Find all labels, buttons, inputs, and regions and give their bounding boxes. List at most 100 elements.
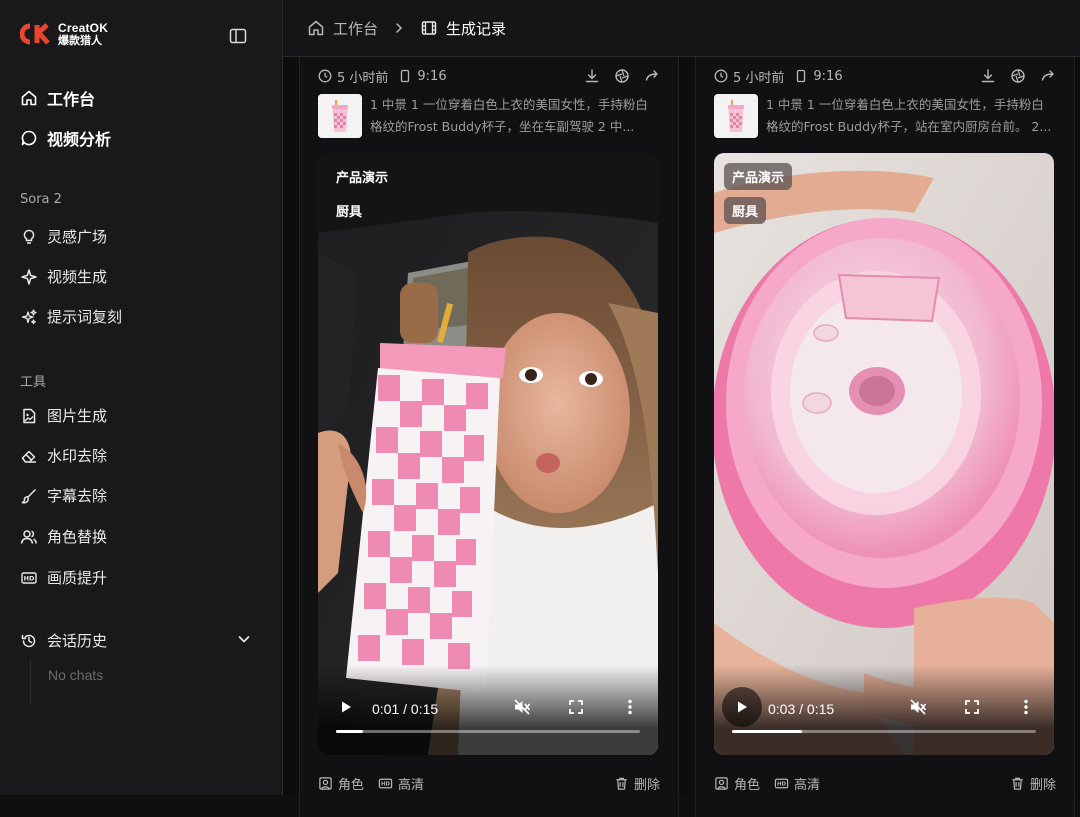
sidebar-item-video-generate[interactable]: 视频生成 <box>20 266 107 287</box>
svg-text:HD: HD <box>24 574 35 582</box>
video-tag: 厨具 <box>724 197 767 224</box>
player-controls: 0:03 / 0:15 <box>714 665 1054 755</box>
sidebar-item-subtitle-remove[interactable]: 字幕去除 <box>20 485 107 506</box>
player-time: 0:03 / 0:15 <box>768 701 835 717</box>
aperture-icon[interactable] <box>614 68 630 84</box>
logo-mark-icon <box>19 23 52 45</box>
more-vertical-icon[interactable] <box>1016 697 1036 717</box>
sidebar-item-prompt-replicate[interactable]: 提示词复刻 <box>20 306 122 327</box>
download-icon[interactable] <box>584 68 600 84</box>
fullscreen-icon[interactable] <box>962 697 982 717</box>
delete-label: 删除 <box>1029 778 1056 793</box>
sidebar: CreatOK 爆款猎人 工作台 视频分析 Sora 2 灵感广场 视频生成 提… <box>0 0 283 795</box>
sidebar-item-label: 画质提升 <box>47 569 108 587</box>
prompt-text: 1 中景 1 一位穿着白色上衣的美国女性，手持粉白格纹的Frost Buddy杯… <box>766 97 1052 134</box>
hd-label: 高清 <box>398 778 425 793</box>
trash-icon <box>616 777 627 790</box>
chevron-right-icon <box>396 23 403 33</box>
sidebar-item-inspiration[interactable]: 灵感广场 <box>20 226 107 247</box>
sidebar-item-label: 灵感广场 <box>47 228 108 246</box>
mute-icon[interactable] <box>908 697 928 717</box>
sidebar-item-label: 水印去除 <box>47 447 108 465</box>
sidebar-item-label: 视频生成 <box>47 268 108 286</box>
sidebar-item-label: 角色替换 <box>47 528 108 546</box>
video-player[interactable]: 产品演示 厨具 0:01 / 0:15 <box>318 153 658 755</box>
history-icon <box>21 634 36 647</box>
card-footer: 角色 HD 高清 删除 <box>714 774 1056 793</box>
lightbulb-icon <box>23 229 35 244</box>
play-icon <box>738 701 747 713</box>
brand-logo[interactable]: CreatOK 爆款猎人 <box>19 21 109 47</box>
delete-button[interactable]: 删除 <box>1010 774 1056 793</box>
phone-icon <box>797 69 806 83</box>
share-icon[interactable] <box>1040 68 1056 84</box>
hd-button[interactable]: HD 高清 <box>378 774 424 793</box>
sidebar-item-label: 工作台 <box>47 90 96 109</box>
section-label-tools: 工具 <box>20 375 47 390</box>
delete-button[interactable]: 删除 <box>614 774 660 793</box>
clock-icon <box>714 69 728 83</box>
section-label-sora: Sora 2 <box>20 192 62 207</box>
player-progress[interactable] <box>336 730 640 733</box>
history-empty-text: No chats <box>48 667 104 683</box>
player-progress-fill <box>336 730 364 733</box>
delete-label: 删除 <box>633 778 660 793</box>
play-button[interactable] <box>326 687 366 727</box>
prompt-text: 1 中景 1 一位穿着白色上衣的美国女性，手持粉白格纹的Frost Buddy杯… <box>370 97 648 134</box>
phone-icon <box>401 69 410 83</box>
history-divider <box>30 660 31 704</box>
player-time: 0:01 / 0:15 <box>372 701 439 717</box>
hd-label: 高清 <box>794 778 821 793</box>
role-button[interactable]: 角色 <box>714 774 760 793</box>
portrait-icon <box>715 777 728 790</box>
hd-icon: HD <box>21 571 37 584</box>
prompt-row: 1 中景 1 一位穿着白色上衣的美国女性，手持粉白格纹的Frost Buddy杯… <box>318 94 660 138</box>
clock-icon <box>318 69 332 83</box>
download-icon[interactable] <box>980 68 996 84</box>
aperture-icon[interactable] <box>1010 68 1026 84</box>
sparkle-icon <box>21 268 37 285</box>
video-tag: 厨具 <box>336 205 363 220</box>
role-label: 角色 <box>338 778 365 793</box>
aspect-ratio: 9:16 <box>417 68 447 84</box>
chevron-down-icon[interactable] <box>236 631 252 647</box>
role-button[interactable]: 角色 <box>318 774 364 793</box>
card-footer: 角色 HD 高清 删除 <box>318 774 660 793</box>
sidebar-item-role-replace[interactable]: 角色替换 <box>20 526 107 547</box>
breadcrumb-home[interactable]: 工作台 <box>333 18 378 39</box>
users-icon <box>20 529 38 544</box>
card-meta: 5 小时前 9:16 <box>714 68 1056 86</box>
product-thumbnail[interactable] <box>714 94 758 138</box>
sidebar-item-watermark-remove[interactable]: 水印去除 <box>20 445 107 466</box>
player-controls: 0:01 / 0:15 <box>318 665 658 755</box>
fullscreen-icon[interactable] <box>566 697 586 717</box>
more-vertical-icon[interactable] <box>620 697 640 717</box>
generation-card: 5 小时前 9:16 1 中景 1 一位穿着白色上衣的美国女性，手持粉白格纹的F… <box>695 57 1075 817</box>
top-bar: 工作台 生成记录 <box>283 0 1080 57</box>
video-tag: 产品演示 <box>336 171 389 186</box>
sidebar-item-workbench[interactable]: 工作台 <box>20 86 95 110</box>
sidebar-item-quality-upscale[interactable]: HD 画质提升 <box>20 567 107 588</box>
svg-text:HD: HD <box>777 782 787 788</box>
product-thumbnail[interactable] <box>318 94 362 138</box>
hd-button[interactable]: HD 高清 <box>774 774 820 793</box>
sidebar-item-history[interactable]: 会话历史 <box>20 630 107 651</box>
sidebar-item-image-generate[interactable]: 图片生成 <box>20 405 107 426</box>
sidebar-item-video-analysis[interactable]: 视频分析 <box>20 126 111 150</box>
share-icon[interactable] <box>644 68 660 84</box>
brand-subtitle: 爆款猎人 <box>58 34 102 47</box>
breadcrumb: 工作台 生成记录 <box>307 18 506 39</box>
chat-bubble-icon <box>21 130 37 146</box>
time-ago: 5 小时前 <box>733 70 785 86</box>
aspect-ratio: 9:16 <box>813 68 843 84</box>
brand-name: CreatOK <box>58 21 109 35</box>
player-progress[interactable] <box>732 730 1036 733</box>
play-button[interactable] <box>722 687 762 727</box>
mute-icon[interactable] <box>512 697 532 717</box>
generation-card: 5 小时前 9:16 1 中景 1 一位穿着白色上衣的美国女性，手持粉白格纹的F… <box>299 57 679 817</box>
brush-icon <box>21 488 37 503</box>
sidebar-toggle-icon[interactable] <box>228 26 248 46</box>
player-progress-fill <box>732 730 802 733</box>
home-icon <box>308 20 324 36</box>
video-player[interactable]: 产品演示 厨具 0:03 / 0:15 <box>714 153 1054 755</box>
